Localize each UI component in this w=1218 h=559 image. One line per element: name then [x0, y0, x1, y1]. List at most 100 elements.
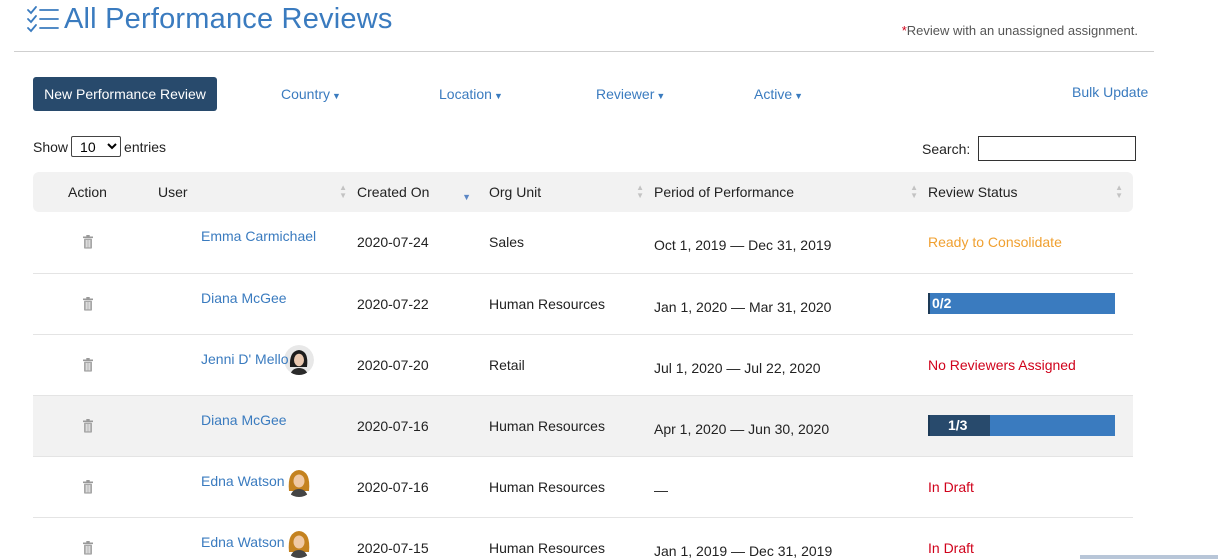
period-text: Jan 1, 2020 — Mar 31, 2020: [654, 298, 832, 315]
note-text: Review with an unassigned assignment.: [906, 23, 1138, 38]
user-cell: Edna Watson: [158, 517, 357, 559]
col-created-label: Created On: [357, 184, 430, 200]
period-text: Jan 1, 2019 — Dec 31, 2019: [654, 542, 833, 559]
review-progress-bar: 1/3: [928, 415, 1115, 436]
period-text: Jul 1, 2020 — Jul 22, 2020: [654, 359, 821, 376]
period-cell: Jan 1, 2020 — Mar 31, 2020: [654, 273, 928, 335]
action-cell: [33, 395, 158, 457]
created-on-cell: 2020-07-16: [357, 456, 489, 518]
period-cell: Apr 1, 2020 — Jun 30, 2020: [654, 395, 928, 457]
review-status-cell: In Draft: [928, 517, 1133, 559]
review-progress-fill: [928, 293, 930, 314]
org-unit-cell: Sales: [489, 212, 654, 274]
trash-icon[interactable]: [82, 540, 94, 555]
filter-country[interactable]: Country ▼: [281, 86, 341, 102]
trash-icon[interactable]: [82, 296, 94, 311]
review-progress-bar: 0/2: [928, 293, 1115, 314]
period-cell: —: [654, 456, 928, 518]
review-progress-label: 0/2: [932, 295, 952, 311]
caret-down-icon: ▼: [794, 91, 804, 101]
table-row: Diana McGee 2020-07-16 Human Resources Apr …: [33, 395, 1133, 457]
user-link[interactable]: Diana McGee: [201, 412, 287, 428]
col-user-label: User: [158, 184, 188, 200]
user-link[interactable]: Diana McGee: [201, 290, 287, 306]
show-label: Show: [33, 138, 69, 155]
org-unit-cell: Human Resources: [489, 395, 654, 457]
review-status: Ready to Consolidate: [928, 234, 1062, 251]
avatar: [284, 527, 314, 558]
user-link[interactable]: Edna Watson: [201, 534, 285, 550]
review-status-cell: 1/3: [928, 395, 1133, 457]
org-unit-cell: Human Resources: [489, 517, 654, 559]
col-action-label: Action: [68, 184, 107, 200]
user-link[interactable]: Jenni D' Mello: [201, 351, 289, 367]
sort-icon: ▲ ▼: [636, 183, 644, 200]
user-cell: Diana McGee: [158, 395, 357, 457]
org-unit-cell: Human Resources: [489, 273, 654, 335]
horizontal-scrollbar[interactable]: [1080, 555, 1218, 559]
show-entries: Show 10 entries: [33, 136, 166, 157]
filter-location-label: Location: [439, 86, 492, 102]
trash-icon[interactable]: [82, 357, 94, 372]
org-unit-cell: Human Resources: [489, 456, 654, 518]
table-header-row: Action User ▲ ▼ Created On ▼ Org Unit ▲ ▼ Per…: [33, 172, 1133, 212]
user-cell: Emma Carmichael: [158, 212, 357, 274]
review-status: In Draft: [928, 478, 974, 495]
table-row: Emma Carmichael 2020-07-24 Sales Oct 1, 201…: [33, 212, 1133, 274]
reviews-table: Action User ▲ ▼ Created On ▼ Org Unit ▲ ▼ Per…: [33, 172, 1133, 559]
action-cell: [33, 334, 158, 396]
page-title: All Performance Reviews: [64, 3, 393, 35]
toolbar: New Performance Review Country ▼ Location…: [33, 77, 1153, 111]
avatar: [284, 466, 314, 497]
sort-desc-icon: ▼: [462, 192, 471, 202]
caret-down-icon: ▼: [332, 91, 341, 101]
entries-select[interactable]: 10: [71, 136, 122, 157]
period-text: Apr 1, 2020 — Jun 30, 2020: [654, 420, 830, 437]
sort-icon: ▲ ▼: [1115, 183, 1123, 200]
action-cell: [33, 517, 158, 559]
col-period[interactable]: Period of Performance ▲ ▼: [654, 172, 928, 212]
checklist-icon: [27, 6, 59, 33]
review-status-cell: No Reviewers Assigned: [928, 334, 1133, 396]
review-status-cell: 0/2: [928, 273, 1133, 335]
filter-location[interactable]: Location ▼: [439, 86, 503, 102]
table-row: Edna Watson 2020-07-16 Human Resources — In …: [33, 456, 1133, 518]
review-status-cell: In Draft: [928, 456, 1133, 518]
user-cell: Jenni D' Mello: [158, 334, 357, 396]
col-org-unit[interactable]: Org Unit ▲ ▼: [489, 172, 654, 212]
bulk-update-link[interactable]: Bulk Update: [1072, 84, 1148, 100]
new-performance-review-button[interactable]: New Performance Review: [33, 77, 217, 111]
trash-icon[interactable]: [82, 418, 94, 433]
filter-country-label: Country: [281, 86, 331, 102]
action-cell: [33, 212, 158, 274]
col-review-status[interactable]: Review Status ▲ ▼: [928, 172, 1133, 212]
period-cell: Oct 1, 2019 — Dec 31, 2019: [654, 212, 928, 274]
col-user[interactable]: User ▲ ▼: [158, 172, 357, 212]
period-text: Oct 1, 2019 — Dec 31, 2019: [654, 237, 832, 254]
caret-down-icon: ▼: [493, 91, 503, 101]
user-cell: Diana McGee: [158, 273, 357, 335]
trash-icon[interactable]: [82, 235, 94, 249]
caret-down-icon: ▼: [656, 91, 666, 101]
user-link[interactable]: Edna Watson: [201, 473, 285, 489]
created-on-cell: 2020-07-16: [357, 395, 489, 457]
created-on-cell: 2020-07-20: [357, 334, 489, 396]
col-org-label: Org Unit: [489, 184, 542, 200]
created-on-cell: 2020-07-22: [357, 273, 489, 335]
filter-active[interactable]: Active ▼: [754, 86, 803, 102]
sort-icon: ▲ ▼: [339, 183, 347, 200]
page-header: All Performance Reviews *Review with an …: [14, 0, 1154, 52]
filter-active-label: Active: [754, 86, 793, 102]
search-input[interactable]: [978, 136, 1137, 161]
period-cell: Jul 1, 2020 — Jul 22, 2020: [654, 334, 928, 396]
filter-reviewer[interactable]: Reviewer ▼: [596, 86, 665, 102]
created-on-cell: 2020-07-24: [357, 212, 489, 274]
user-cell: Edna Watson: [158, 456, 357, 518]
col-created-on[interactable]: Created On ▼: [357, 172, 489, 212]
filter-reviewer-label: Reviewer: [596, 86, 655, 102]
org-unit-cell: Retail: [489, 334, 654, 396]
user-link[interactable]: Emma Carmichael: [201, 228, 316, 244]
trash-icon[interactable]: [82, 479, 94, 494]
period-cell: Jan 1, 2019 — Dec 31, 2019: [654, 517, 928, 559]
col-action: Action: [33, 172, 158, 212]
